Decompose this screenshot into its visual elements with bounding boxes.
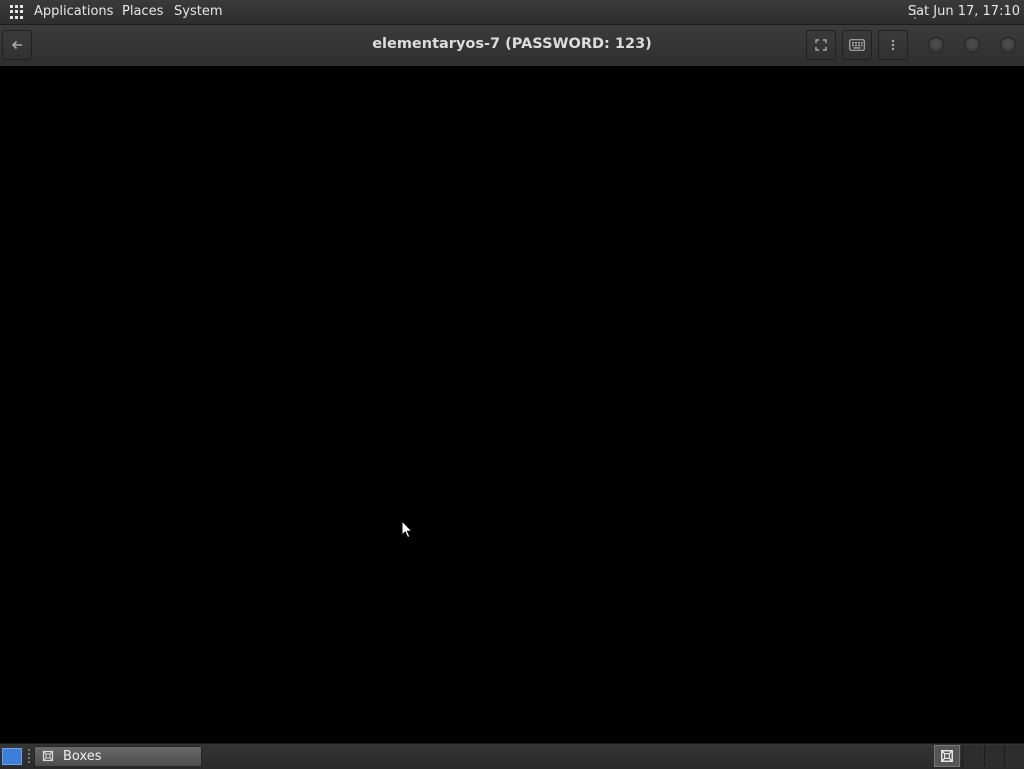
fullscreen-icon — [815, 39, 827, 51]
boxes-app-icon — [42, 750, 54, 762]
boxes-app-icon — [941, 750, 953, 762]
bottom-panel: Boxes — [0, 743, 1024, 769]
workspace-1[interactable] — [934, 745, 960, 767]
workspace-4[interactable] — [1004, 745, 1024, 767]
workspace-3[interactable] — [984, 745, 1005, 767]
menu-places[interactable]: Places — [122, 4, 163, 19]
header-bar: elementaryos-7 (PASSWORD: 123) — [0, 25, 1024, 67]
close-button[interactable] — [1000, 37, 1016, 53]
minimize-button[interactable] — [928, 37, 944, 53]
fullscreen-button[interactable] — [806, 30, 836, 60]
taskbar-item-label: Boxes — [63, 749, 102, 764]
maximize-button[interactable] — [964, 37, 980, 53]
top-panel: Applications Places System Sat Jun 17, 1… — [0, 0, 1024, 25]
clock[interactable]: Sat Jun 17, 17:10 — [908, 4, 1020, 19]
desktop-icon[interactable] — [2, 748, 22, 765]
menu-button[interactable] — [878, 30, 908, 60]
taskbar-item-boxes[interactable]: Boxes — [34, 746, 202, 767]
keyboard-icon — [849, 39, 865, 51]
kebab-menu-icon — [891, 39, 895, 51]
workspace-2[interactable] — [962, 745, 983, 767]
vm-display[interactable] — [0, 66, 1024, 743]
panel-separator — [28, 749, 30, 764]
menu-applications[interactable]: Applications — [34, 4, 113, 19]
mouse-pointer-icon — [401, 520, 413, 539]
keyboard-button[interactable] — [842, 30, 872, 60]
grid-icon[interactable] — [10, 5, 24, 19]
menu-system[interactable]: System — [174, 4, 222, 19]
